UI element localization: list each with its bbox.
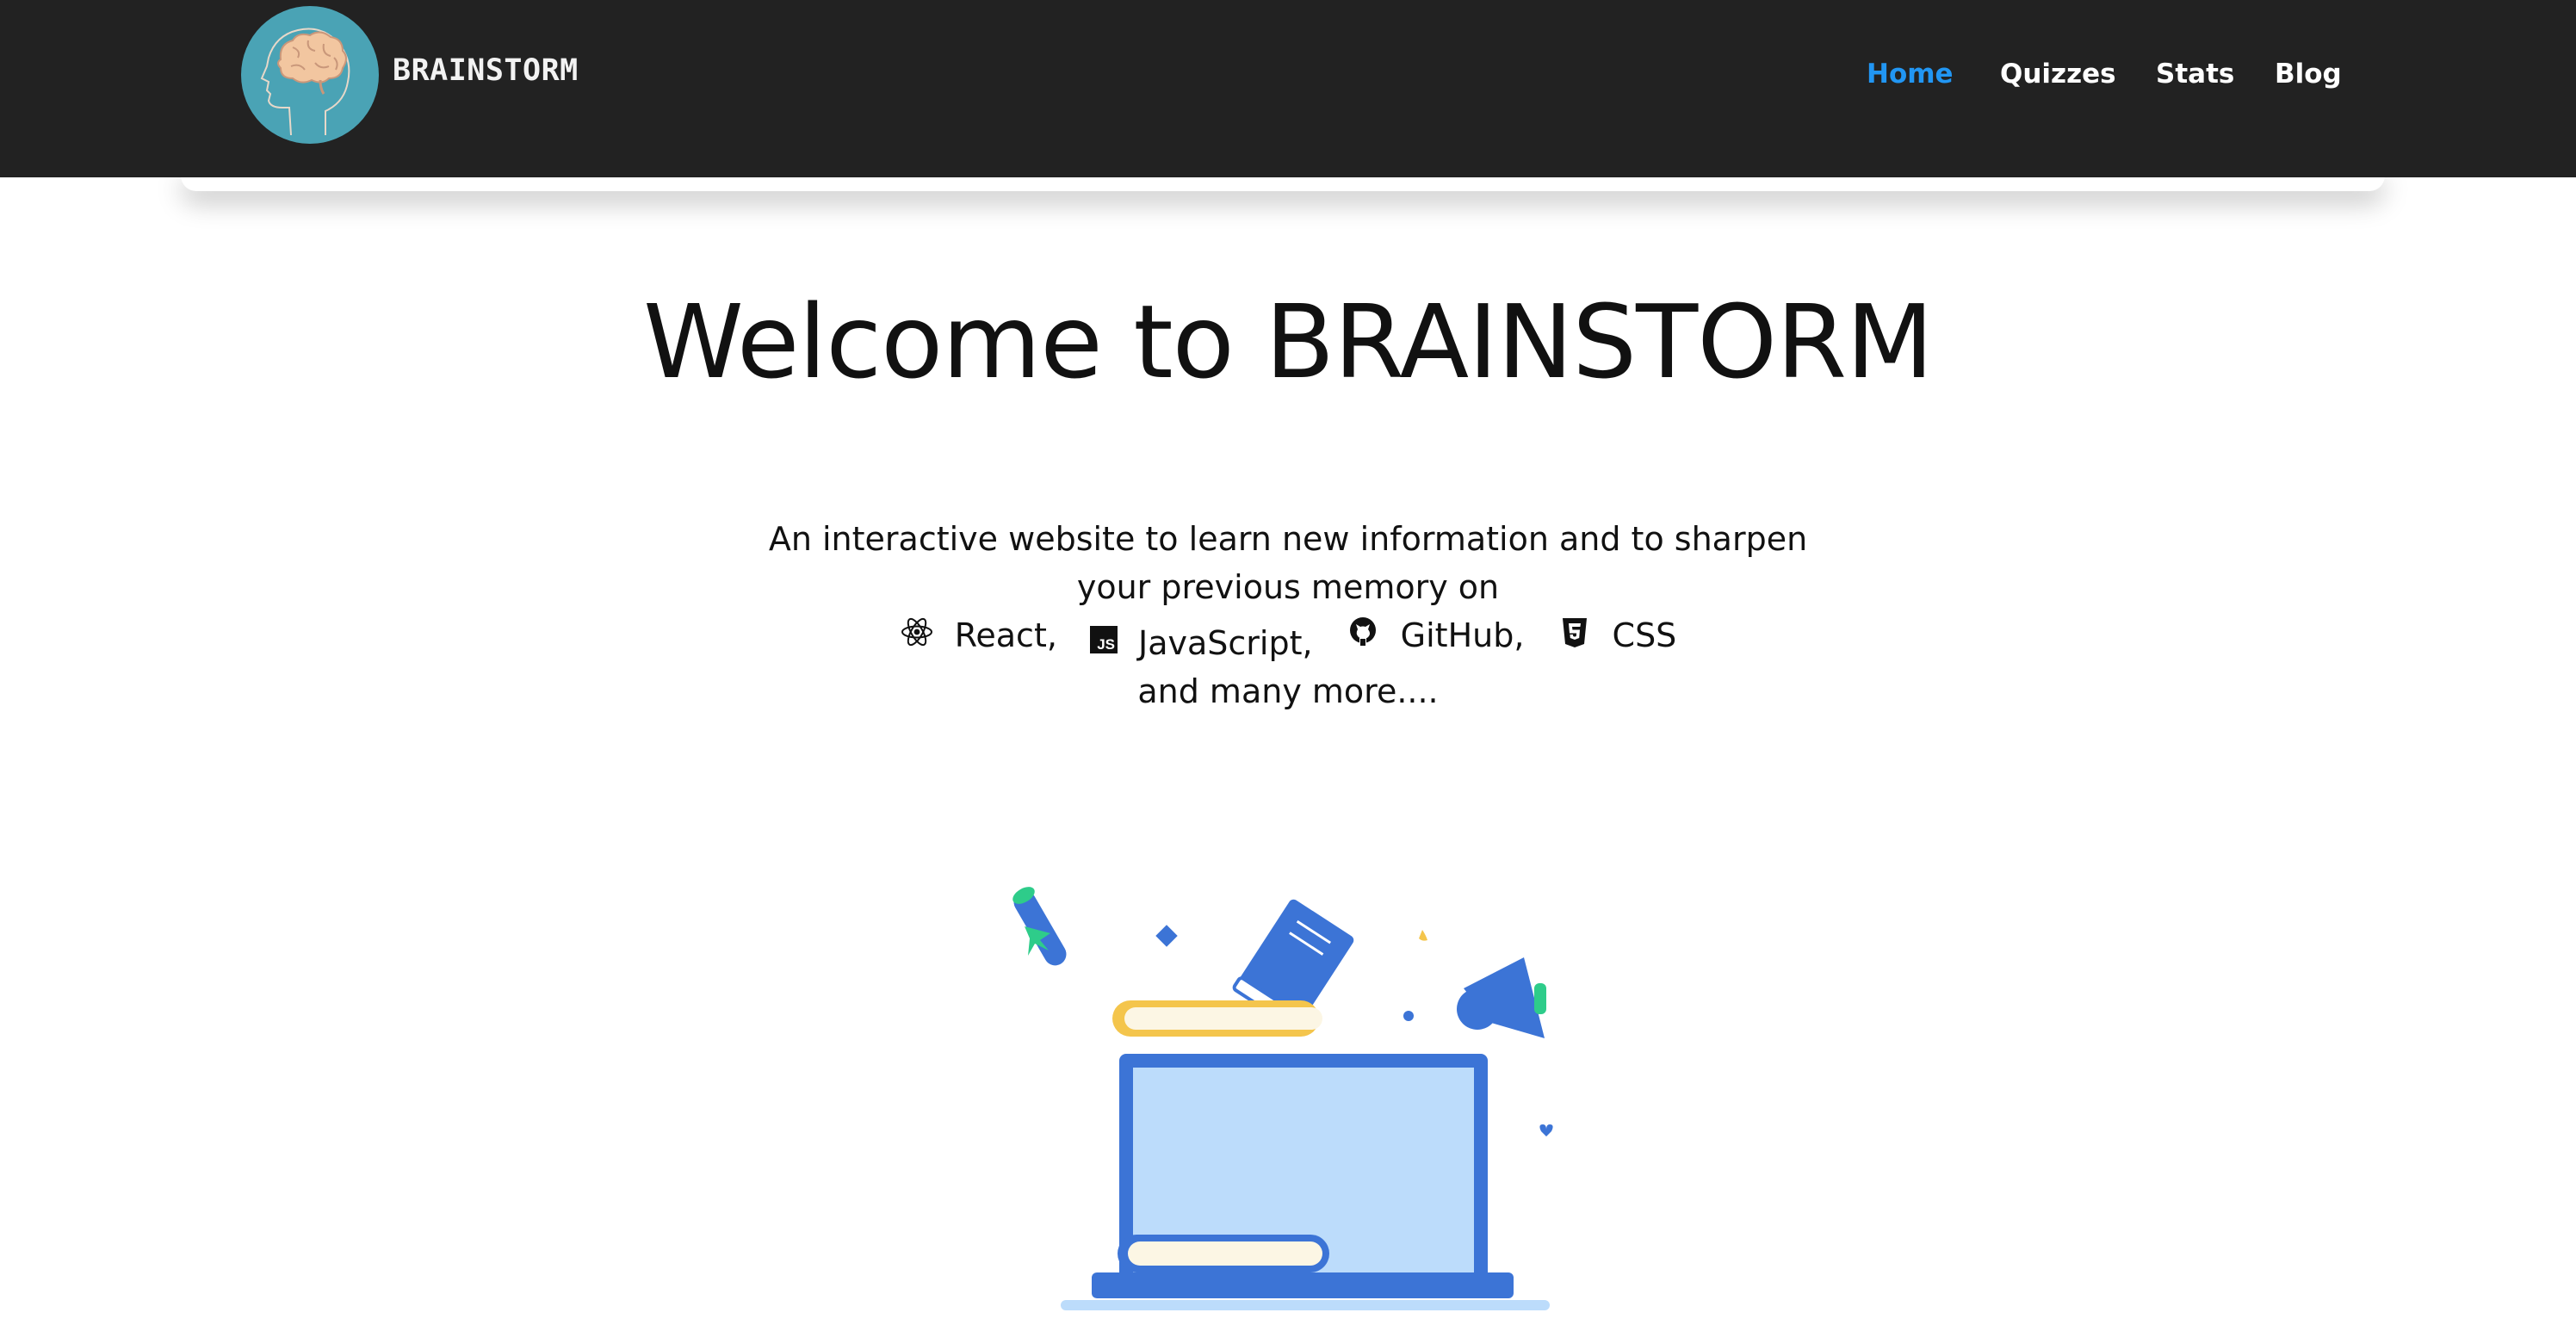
learning-illustration [1012, 887, 1553, 1310]
nav-link-blog[interactable]: Blog [2275, 59, 2342, 90]
tech-item-react: React, [900, 611, 1080, 659]
tech-item-github: GitHub, [1346, 611, 1547, 659]
nav-link-stats[interactable]: Stats [2156, 59, 2234, 90]
tech-item-css: CSS [1557, 611, 1677, 659]
tech-label-github: GitHub, [1400, 616, 1525, 654]
heart-icon [1539, 1124, 1553, 1136]
diploma-scroll-icon [1012, 887, 1067, 966]
description-line-2: your previous memory on [1076, 568, 1500, 606]
nav-link-home[interactable]: Home [1867, 59, 1954, 90]
react-icon [901, 617, 932, 647]
diamond-shape [1155, 925, 1178, 947]
tech-item-javascript: JS JavaScript, [1090, 619, 1335, 667]
nav-link-quizzes[interactable]: Quizzes [2000, 59, 2116, 90]
dot-shape [1403, 1011, 1414, 1021]
sparkle-shape [1419, 930, 1427, 941]
hero-description: An interactive website to learn new info… [0, 515, 2576, 715]
github-icon [1349, 617, 1376, 646]
brain-head-icon[interactable] [241, 6, 379, 144]
page: BRAINSTORM Home Quizzes Stats Blog Welco… [0, 0, 2576, 1325]
tech-label-react: React, [954, 616, 1057, 654]
page-title: Welcome to BRAINSTORM [643, 282, 1934, 401]
tech-label-css: CSS [1612, 616, 1677, 654]
navbar: BRAINSTORM Home Quizzes Stats Blog [0, 0, 2576, 177]
megaphone-icon [1457, 957, 1546, 1038]
description-line-1: An interactive website to learn new info… [768, 520, 1808, 558]
screen-book-icon [1118, 1235, 1329, 1272]
tech-label-javascript: JavaScript, [1138, 624, 1313, 662]
css3-icon [1562, 618, 1587, 647]
stacked-book-icon [1112, 1000, 1322, 1037]
brand-name[interactable]: BRAINSTORM [393, 53, 579, 88]
description-line-4: and many more.... [1137, 672, 1439, 710]
tech-list: React, JS JavaScript, GitHub, CSS [0, 611, 2576, 667]
javascript-icon: JS [1090, 626, 1118, 653]
